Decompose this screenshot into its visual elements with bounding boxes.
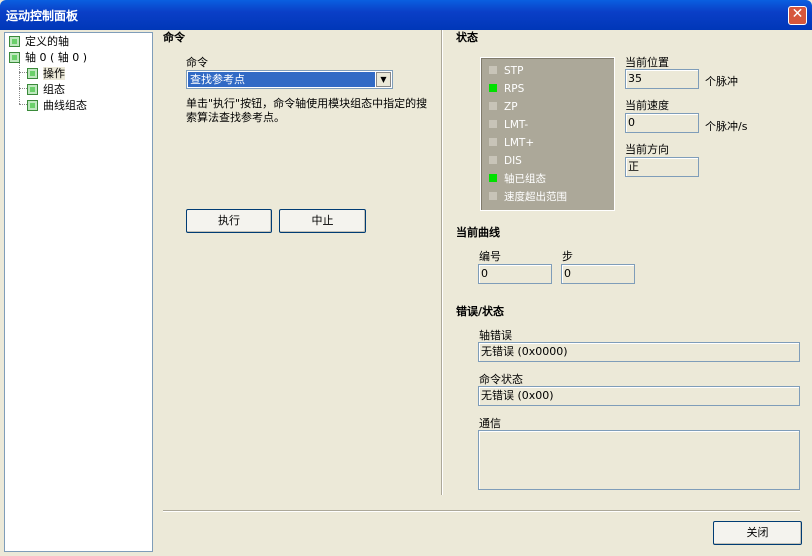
tree-item-curve-config[interactable]: 曲线组态 [27, 98, 87, 113]
execute-button[interactable]: 执行 [186, 209, 272, 233]
node-icon [27, 84, 38, 95]
led-icon [489, 84, 497, 92]
status-indicator-speed-out-of-range: 速度超出范围 [489, 189, 567, 205]
status-indicator-rps: RPS [489, 81, 524, 97]
status-indicator-lmt-plus: LMT+ [489, 135, 534, 151]
speed-label: 当前速度 [625, 99, 669, 112]
tree-item-operation[interactable]: 操作 [27, 66, 65, 81]
direction-field: 正 [625, 157, 699, 177]
node-icon [27, 100, 38, 111]
status-indicator-lmt-minus: LMT- [489, 117, 528, 133]
led-icon [489, 138, 497, 146]
window-title: 运动控制面板 [6, 9, 79, 23]
close-button[interactable]: 关闭 [713, 521, 802, 545]
led-icon [489, 120, 497, 128]
position-unit: 个脉冲 [705, 75, 738, 88]
node-icon [9, 52, 20, 63]
vertical-divider [441, 30, 443, 495]
led-icon [489, 174, 497, 182]
led-icon [489, 66, 497, 74]
status-indicator-axis-configured: 轴已组态 [489, 171, 546, 187]
status-indicator-zp: ZP [489, 99, 518, 115]
curve-step-field: 0 [561, 264, 635, 284]
status-indicator-stp: STP [489, 63, 523, 79]
chevron-down-icon[interactable]: ▼ [376, 72, 391, 87]
curve-section-title: 当前曲线 [456, 226, 500, 239]
led-icon [489, 192, 497, 200]
footer-divider [163, 510, 800, 512]
curve-step-label: 步 [562, 250, 573, 263]
speed-field: 0 [625, 113, 699, 133]
node-icon [9, 36, 20, 47]
speed-unit: 个脉冲/s [705, 120, 748, 133]
communication-field [478, 430, 800, 490]
direction-label: 当前方向 [625, 143, 669, 156]
tree-item-defined-axes[interactable]: 定义的轴 [9, 34, 69, 49]
axis-error-field: 无错误 (0x0000) [478, 342, 800, 362]
command-status-label: 命令状态 [479, 373, 523, 386]
command-select-label: 命令 [186, 56, 208, 69]
curve-number-label: 编号 [479, 250, 501, 263]
status-indicator-dis: DIS [489, 153, 522, 169]
tree-item-configuration[interactable]: 组态 [27, 82, 65, 97]
tree-item-axis-0[interactable]: 轴 0 ( 轴 0 ) [9, 50, 87, 65]
curve-number-field: 0 [478, 264, 552, 284]
status-section-title: 状态 [456, 31, 478, 44]
window-close-button[interactable]: ✕ [788, 6, 807, 25]
node-icon [27, 68, 38, 79]
abort-button[interactable]: 中止 [279, 209, 366, 233]
axis-error-label: 轴错误 [479, 329, 512, 342]
position-field: 35 [625, 69, 699, 89]
command-section-title: 命令 [163, 31, 185, 44]
command-select[interactable]: 查找参考点 ▼ [186, 70, 393, 89]
led-icon [489, 156, 497, 164]
position-label: 当前位置 [625, 56, 669, 69]
led-icon [489, 102, 497, 110]
error-section-title: 错误/状态 [456, 305, 505, 318]
status-indicator-panel: STP RPS ZP LMT- LMT+ DIS 轴已组态 速度超出范围 [480, 57, 615, 211]
command-status-field: 无错误 (0x00) [478, 386, 800, 406]
command-select-value: 查找参考点 [188, 72, 375, 87]
navigation-tree: 定义的轴 轴 0 ( 轴 0 ) 操作 组态 曲线组态 [4, 32, 153, 552]
command-description: 单击"执行"按钮，命令轴使用模块组态中指定的搜索算法查找参考点。 [186, 97, 428, 124]
title-bar: 运动控制面板 ✕ [0, 0, 812, 30]
communication-label: 通信 [479, 417, 501, 430]
